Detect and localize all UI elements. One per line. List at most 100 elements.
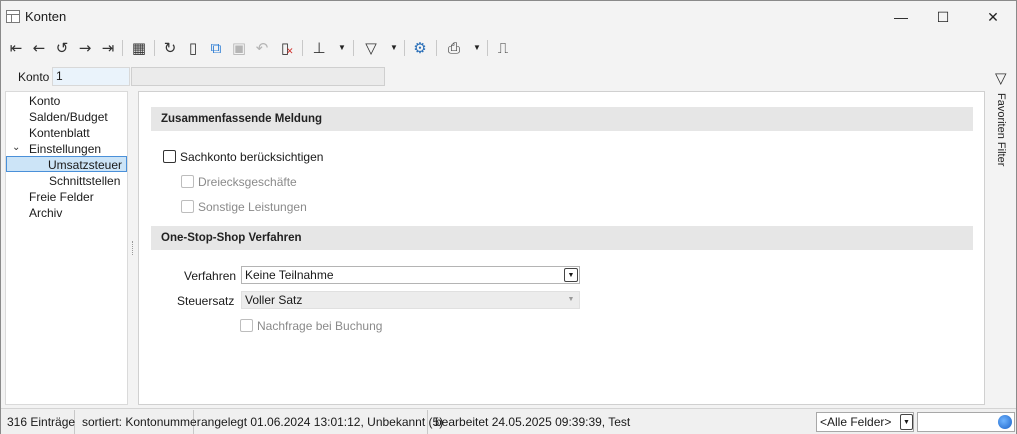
table-view-icon: ▦ [131,39,147,57]
delete-button[interactable]: ▯ ✕ [274,37,296,59]
dreiecksgeschaefte-label: Dreiecksgeschäfte [198,175,297,189]
bookmark-button[interactable]: ⎍ [492,37,514,59]
chevron-down-icon[interactable]: ▼ [900,414,913,430]
first-record-icon: ⇤ [9,39,23,57]
navigation-tree: Konto Salden/Budget Kontenblatt ⌄ Einste… [5,91,128,405]
status-record-count: 316 Einträge [1,410,75,434]
checkbox-box[interactable] [163,150,176,163]
next-record-button[interactable]: → [74,37,96,59]
nachfrage-label: Nachfrage bei Buchung [257,319,383,333]
sonstige-leistungen-checkbox[interactable]: Sonstige Leistungen [181,199,307,215]
new-document-icon: ▯ [188,39,198,57]
nav-item-freie-felder[interactable]: Freie Felder [29,189,94,205]
print-button[interactable]: ⎙ [443,37,465,59]
nav-item-umsatzsteuer[interactable]: Umsatzsteuer [6,156,127,172]
splitter-handle[interactable] [132,241,134,255]
delete-icon: ▯ ✕ [280,39,294,57]
verfahren-label: Verfahren [184,269,237,283]
status-created: angelegt 01.06.2024 13:01:12, Unbekannt … [195,410,443,434]
filter-dropdown-caret[interactable]: ▼ [389,37,399,59]
print-dropdown-caret[interactable]: ▼ [472,37,482,59]
settings-button[interactable]: ⚙ [409,37,431,59]
minimize-button[interactable]: — [878,1,924,33]
pin-dropdown-caret[interactable]: ▼ [337,37,347,59]
globe-icon[interactable] [998,415,1012,429]
filter-icon[interactable]: ▽ [995,69,1007,87]
undo-button[interactable]: ↶ [251,37,273,59]
section-header-one-stop-shop: One-Stop-Shop Verfahren [151,226,973,250]
quick-search-input[interactable] [917,412,1015,432]
last-record-icon: ⇥ [101,39,115,57]
expand-chevron-icon[interactable]: ⌄ [12,142,20,153]
settings-icon: ⚙ [413,39,427,57]
history-button[interactable]: ↺ [51,37,73,59]
verfahren-select[interactable]: Keine Teilnahme ▼ [241,266,580,284]
previous-record-icon: ← [32,39,46,57]
nav-item-konto[interactable]: Konto [29,93,60,109]
steuersatz-label: Steuersatz [177,294,235,308]
checkbox-box[interactable] [181,200,194,213]
konto-number-input[interactable]: 1 [52,67,130,86]
status-edited: bearbeitet 24.05.2025 09:39:39, Test [435,415,631,429]
app-icon [6,10,20,23]
sachkonto-checkbox[interactable]: Sachkonto berücksichtigen [163,149,323,165]
nav-item-salden-budget[interactable]: Salden/Budget [29,109,108,125]
filter-button[interactable]: ▽ [360,37,382,59]
main-panel: Zusammenfassende Meldung Sachkonto berüc… [138,91,985,405]
sonstige-leistungen-label: Sonstige Leistungen [198,200,307,214]
favoriten-filter-panel[interactable]: ▽ Favoriten Filter [989,67,1016,403]
next-record-icon: → [78,39,92,57]
sachkonto-label: Sachkonto berücksichtigen [180,150,324,164]
save-icon: ▣ [231,39,247,57]
bookmark-icon: ⎍ [497,39,509,57]
field-scope-value: <Alle Felder> [820,415,892,429]
steuersatz-select[interactable]: Voller Satz ▼ [241,291,580,309]
favoriten-filter-label[interactable]: Favoriten Filter [995,93,1007,166]
first-record-button[interactable]: ⇤ [5,37,27,59]
chevron-down-icon: ▼ [567,296,575,303]
previous-record-button[interactable]: ← [28,37,50,59]
maximize-button[interactable]: ☐ [920,1,966,33]
verfahren-value: Keine Teilnahme [245,268,334,282]
minimize-icon: — [894,9,908,25]
toolbar-separator [122,40,123,56]
window-title: Konten [25,9,67,24]
section-header-zusammenfassende-meldung: Zusammenfassende Meldung [151,107,973,131]
save-button[interactable]: ▣ [228,37,250,59]
toolbar-separator [353,40,354,56]
undo-icon: ↶ [255,39,269,57]
dreiecksgeschaefte-checkbox[interactable]: Dreiecksgeschäfte [181,174,297,190]
refresh-button[interactable]: ↻ [159,37,181,59]
nav-item-kontenblatt[interactable]: Kontenblatt [29,125,90,141]
last-record-button[interactable]: ⇥ [97,37,119,59]
new-document-button[interactable]: ▯ [182,37,204,59]
history-icon: ↺ [55,39,69,57]
konto-description-field [131,67,385,86]
pin-icon: ⊥ [312,39,326,57]
status-bar: 316 Einträge sortiert: Kontonummer angel… [1,408,1016,434]
status-sort: sortiert: Kontonummer [76,410,201,434]
close-button[interactable]: ✕ [970,1,1016,33]
maximize-icon: ☐ [936,9,950,25]
konto-label: Konto [18,70,50,84]
nav-item-archiv[interactable]: Archiv [29,205,62,221]
copy-icon: ⧉ [210,39,222,57]
title-bar: Konten — ☐ ✕ [1,1,1016,33]
checkbox-box[interactable] [240,319,253,332]
close-icon: ✕ [987,9,999,25]
toolbar: ⇤ ← ↺ → ⇥ ▦ ↻ ▯ ⧉ ▣ ↶ ▯ ✕ ⊥ ▼ ▽ ▼ ⚙ ⎙ ▼ ⎍ [1,34,1016,62]
pin-button[interactable]: ⊥ [308,37,330,59]
copy-button[interactable]: ⧉ [205,37,227,59]
nachfrage-checkbox[interactable]: Nachfrage bei Buchung [240,318,382,334]
nav-item-schnittstellen[interactable]: Schnittstellen [49,173,120,189]
toolbar-separator [436,40,437,56]
toolbar-separator [487,40,488,56]
chevron-down-icon[interactable]: ▼ [564,268,578,282]
nav-item-einstellungen[interactable]: Einstellungen [29,141,101,157]
toolbar-separator [302,40,303,56]
table-view-button[interactable]: ▦ [128,37,150,59]
refresh-icon: ↻ [163,39,177,57]
toolbar-separator [404,40,405,56]
checkbox-box[interactable] [181,175,194,188]
field-scope-select[interactable]: <Alle Felder> ▼ [816,412,914,432]
